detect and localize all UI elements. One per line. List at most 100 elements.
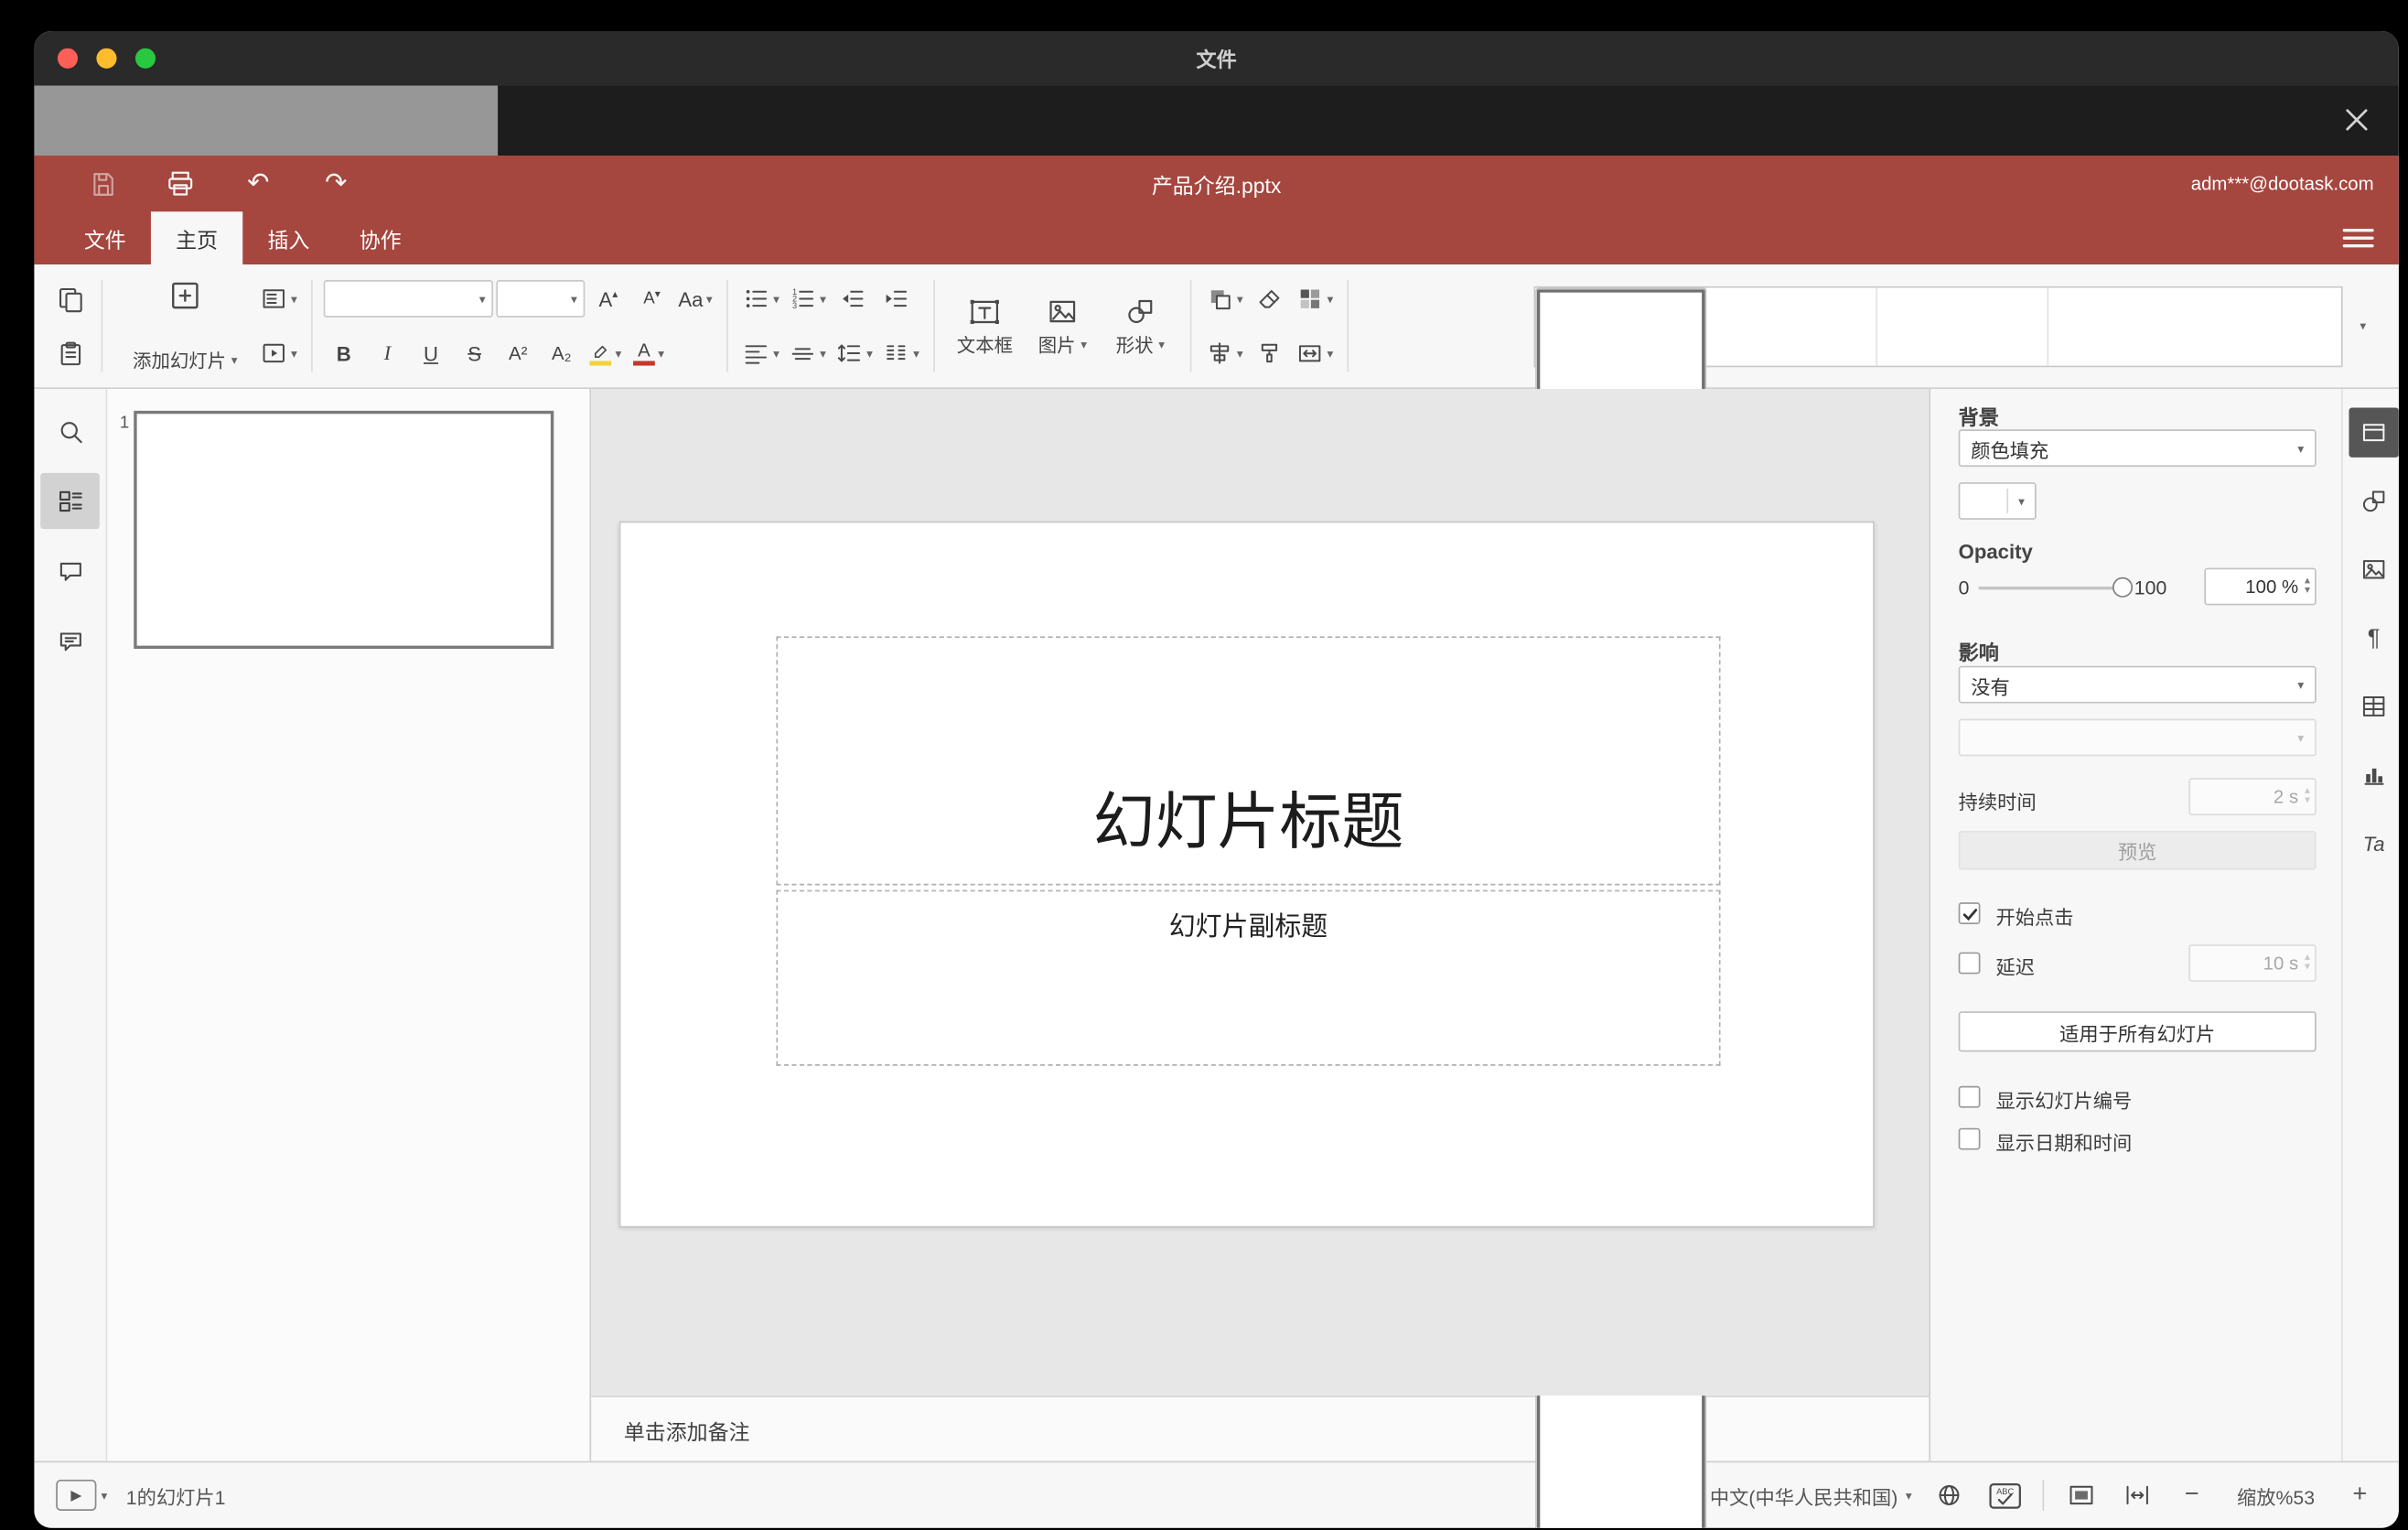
fit-width-icon[interactable] <box>2119 1477 2156 1514</box>
zoom-out-button[interactable]: − <box>2175 1480 2209 1511</box>
strikethrough-button[interactable]: S <box>455 333 495 373</box>
fullscreen-traffic-light[interactable] <box>134 48 156 69</box>
document-language-icon[interactable] <box>1930 1477 1968 1514</box>
subtitle-placeholder[interactable]: 幻灯片副标题 <box>776 889 1721 1066</box>
textbox-button[interactable]: 文本框 <box>946 281 1024 372</box>
macos-titlebar: 文件 <box>34 31 2399 86</box>
chat-icon[interactable] <box>40 613 100 669</box>
increase-indent-icon[interactable] <box>876 278 916 318</box>
fill-color-picker[interactable]: ▾ <box>1958 482 2037 520</box>
chart-settings-icon[interactable] <box>2349 750 2398 800</box>
underline-button[interactable]: U <box>411 333 451 373</box>
copy-style-icon[interactable] <box>1250 333 1290 373</box>
theme-tile[interactable] <box>1877 286 2049 365</box>
minimize-traffic-light[interactable] <box>96 48 117 69</box>
close-traffic-light[interactable] <box>57 48 79 69</box>
language-selector[interactable]: 中文(中华人民共和国) ▾ <box>1710 1481 1912 1510</box>
bullets-icon[interactable]: ▾ <box>739 278 783 318</box>
add-slide-button[interactable]: 添加幻灯片 ▾ <box>113 274 256 378</box>
show-slide-number-checkbox[interactable] <box>1958 1085 1981 1108</box>
show-date-time-label: 显示日期和时间 <box>1995 1132 2133 1155</box>
table-settings-icon[interactable] <box>2349 682 2398 731</box>
slide-layout-icon[interactable]: ▾ <box>257 278 301 318</box>
paragraph-group: ▾ 123 ▾ ▾ ▾ ▾ ▾ <box>739 274 923 378</box>
decrease-indent-icon[interactable] <box>833 278 873 318</box>
opacity-slider-track[interactable] <box>1978 587 2127 590</box>
zoom-in-button[interactable]: + <box>2343 1480 2377 1511</box>
theme-tile[interactable] <box>1706 286 1878 365</box>
font-name-combo[interactable]: ▾ <box>323 280 494 318</box>
copy-icon[interactable] <box>49 278 90 318</box>
start-slideshow-icon[interactable]: ▾ <box>257 333 301 373</box>
print-icon[interactable] <box>158 164 202 204</box>
increase-font-icon[interactable]: A ▴ <box>588 278 629 318</box>
line-spacing-icon[interactable]: ▾ <box>833 333 876 373</box>
account-email: adm***@dootask.com <box>2190 172 2374 195</box>
ribbon-tabs: 文件 主页 插入 协作 <box>34 211 2398 265</box>
shape-button[interactable]: 形状 ▾ <box>1102 281 1179 372</box>
start-slideshow-status-icon[interactable]: ▶ ▾ <box>56 1479 107 1511</box>
slides-panel-icon[interactable] <box>40 472 100 530</box>
duration-label: 持续时间 <box>1958 792 2037 814</box>
undo-icon[interactable]: ↶ <box>236 164 280 204</box>
opacity-slider-knob[interactable] <box>2112 576 2134 598</box>
align-shape-icon[interactable]: ▾ <box>1202 333 1246 373</box>
shape-settings-icon[interactable] <box>2349 476 2398 525</box>
title-placeholder[interactable]: 幻灯片标题 <box>776 636 1721 886</box>
eraser-icon[interactable] <box>1250 278 1290 318</box>
tab-home[interactable]: 主页 <box>150 211 243 265</box>
search-icon[interactable] <box>40 403 100 458</box>
change-case-icon[interactable]: Aa ▾ <box>675 278 715 318</box>
menu-icon[interactable] <box>2342 224 2374 253</box>
slide-thumbnail[interactable] <box>134 410 554 650</box>
italic-button[interactable]: I <box>367 333 407 373</box>
opacity-max: 100 <box>2134 576 2167 599</box>
background-fill-select[interactable]: 颜色填充 ▾ <box>1958 429 2317 468</box>
document-title: 产品介绍.pptx <box>1151 174 1282 198</box>
fit-slide-icon[interactable] <box>2063 1477 2101 1514</box>
font-color-icon[interactable]: A ▾ <box>629 333 669 373</box>
color-scheme-icon[interactable]: ▾ <box>1293 278 1337 318</box>
subscript-button[interactable]: A₂ <box>542 333 582 373</box>
numbering-icon[interactable]: 123 ▾ <box>786 278 830 318</box>
vertical-align-icon[interactable]: ▾ <box>786 333 830 373</box>
tab-file[interactable]: 文件 <box>59 211 151 264</box>
image-settings-icon[interactable] <box>2349 544 2398 594</box>
horizontal-align-icon[interactable]: ▾ <box>739 333 783 373</box>
tab-insert[interactable]: 插入 <box>242 211 334 264</box>
bold-button[interactable]: B <box>324 333 364 373</box>
notes-area[interactable]: 单击添加备注 <box>591 1395 1930 1461</box>
delay-label: 延迟 <box>1995 956 2036 979</box>
decrease-font-icon[interactable]: A ▾ <box>631 278 672 318</box>
svg-text:3: 3 <box>792 301 797 310</box>
save-icon[interactable] <box>81 164 124 204</box>
paragraph-settings-icon[interactable]: ¶ <box>2349 613 2398 663</box>
text-art-settings-icon[interactable]: Ta <box>2349 818 2398 867</box>
highlight-color-icon[interactable]: ▾ <box>585 333 625 373</box>
tab-collaboration[interactable]: 协作 <box>335 211 426 264</box>
slide-size-icon[interactable]: ▾ <box>1293 333 1337 373</box>
paste-icon[interactable] <box>49 333 90 373</box>
slide-title-text: 幻灯片标题 <box>1092 789 1404 857</box>
slide-settings-icon[interactable] <box>2349 407 2399 458</box>
arrange-shape-icon[interactable]: ▾ <box>1202 278 1246 318</box>
opacity-spinner[interactable]: 100 % ▴ ▾ <box>2204 567 2317 606</box>
start-on-click-checkbox[interactable] <box>1958 902 1981 924</box>
redo-icon[interactable]: ↷ <box>314 164 358 204</box>
show-date-time-checkbox[interactable] <box>1958 1127 1981 1150</box>
close-icon[interactable] <box>2343 107 2371 135</box>
image-button[interactable]: 图片 ▾ <box>1024 281 1102 372</box>
theme-gallery-expand-icon[interactable]: ▾ <box>2343 286 2383 366</box>
superscript-button[interactable]: A² <box>498 333 538 373</box>
slide[interactable]: 幻灯片标题 幻灯片副标题 <box>618 521 1875 1228</box>
canvas-column: 幻灯片标题 幻灯片副标题 单击添加备注 <box>591 389 1930 1461</box>
font-size-combo[interactable]: ▾ <box>496 280 586 318</box>
effect-select[interactable]: 没有 ▾ <box>1958 665 2317 704</box>
thumbnail-number: 1 <box>119 414 130 433</box>
delay-checkbox[interactable] <box>1958 952 1981 975</box>
spellcheck-icon[interactable]: ABC <box>1986 1477 2024 1514</box>
columns-icon[interactable]: ▾ <box>879 333 923 373</box>
apply-to-all-slides-button[interactable]: 适用于所有幻灯片 <box>1958 1011 2317 1052</box>
comments-icon[interactable] <box>40 543 100 598</box>
left-icon-strip <box>34 389 108 1461</box>
